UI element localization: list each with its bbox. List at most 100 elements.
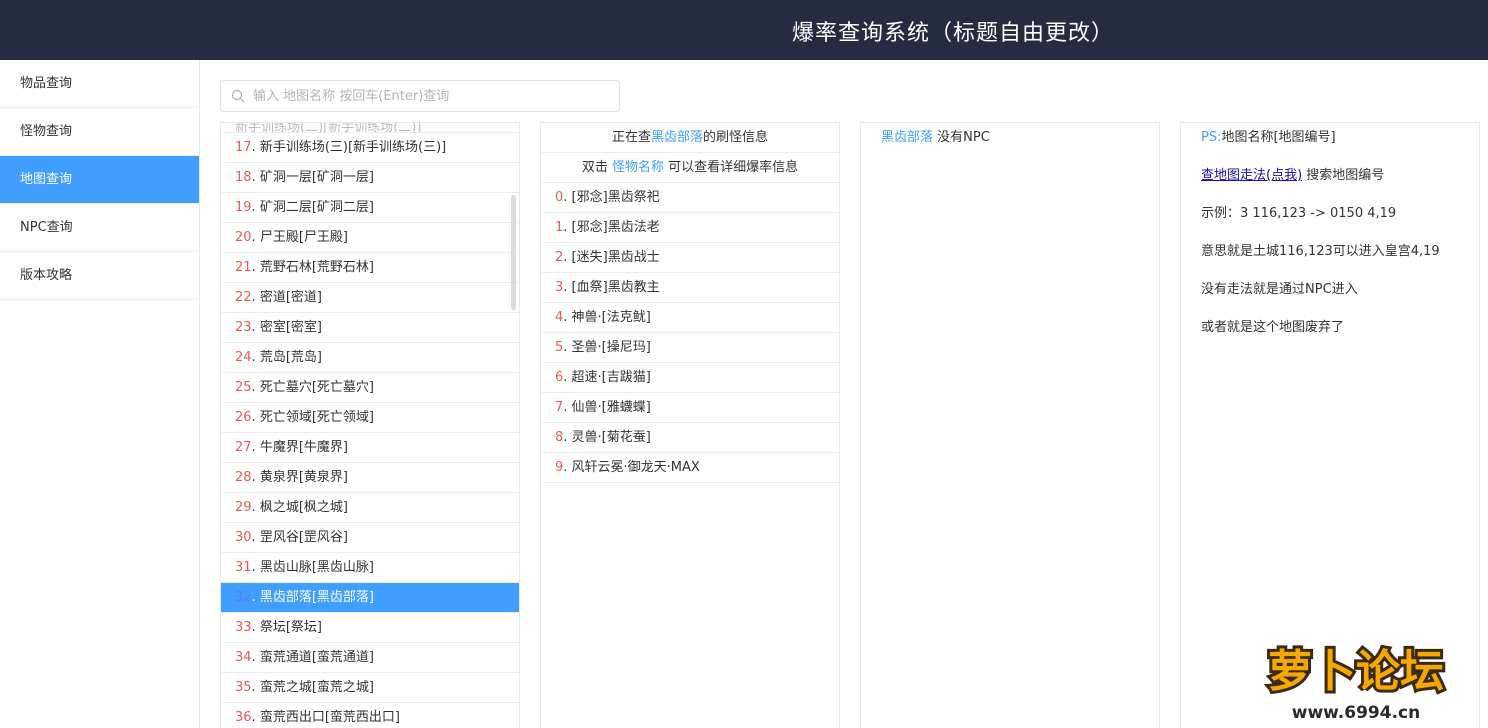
row-separator: . — [251, 710, 260, 725]
list-item[interactable]: 36. 蛮荒西出口[蛮荒西出口] — [221, 703, 519, 728]
monster-row[interactable]: 8. 灵兽·[菊花蚕] — [541, 423, 839, 453]
map-name: 荒岛[荒岛] — [259, 350, 322, 365]
map-name: 新手训练场(三)[新手训练场(三)] — [259, 140, 447, 155]
row-separator: . — [563, 400, 572, 415]
row-index: 18 — [235, 170, 252, 185]
map-name: 密室[密室] — [259, 320, 322, 335]
list-item[interactable]: 18. 矿洞一层[矿洞一层] — [221, 163, 519, 193]
row-index: 30 — [235, 530, 252, 545]
row-index: 21 — [235, 260, 252, 275]
monster-row[interactable]: 4. 神兽·[法克鱿] — [541, 303, 839, 333]
monster-name: [邪念]黑齿法老 — [571, 220, 660, 235]
list-item[interactable]: 21. 荒野石林[荒野石林] — [221, 253, 519, 283]
row-index: 35 — [235, 680, 252, 695]
row-separator: . — [251, 140, 260, 155]
sidebar-item-version-guide[interactable]: 版本攻略 — [0, 252, 199, 300]
monster-row[interactable]: 9. 风轩云冕·御龙天·MAX — [541, 453, 839, 483]
row-index: 17 — [235, 140, 252, 155]
npc-info: 黑齿部落 没有NPC — [861, 123, 1159, 147]
list-item[interactable]: 35. 蛮荒之城[蛮荒之城] — [221, 673, 519, 703]
row-index: 29 — [235, 500, 252, 515]
search-input[interactable] — [253, 81, 613, 111]
monster-row[interactable]: 6. 超速·[吉跋猫] — [541, 363, 839, 393]
row-separator: . — [251, 620, 260, 635]
title-map-name: 黑齿部落 — [650, 130, 703, 145]
monster-name: 灵兽·[菊花蚕] — [571, 430, 651, 445]
row-separator: . — [563, 310, 572, 325]
abandoned-line: 或者就是这个地图废弃了 — [1201, 320, 1345, 335]
map-name: 蛮荒通道[蛮荒通道] — [259, 650, 374, 665]
list-item[interactable]: 25. 死亡墓穴[死亡墓穴] — [221, 373, 519, 403]
monster-row[interactable]: 5. 圣兽·[操尼玛] — [541, 333, 839, 363]
search-box[interactable] — [220, 80, 620, 112]
list-item[interactable]: 新手训练场(二)[新手训练场(二)] — [221, 123, 519, 133]
list-item[interactable]: 26. 死亡领域[死亡领域] — [221, 403, 519, 433]
row-separator: . — [251, 470, 260, 485]
sidebar-item-monster-search[interactable]: 怪物查询 — [0, 108, 199, 156]
list-item[interactable]: 22. 密道[密道] — [221, 283, 519, 313]
map-name: 密道[密道] — [259, 290, 322, 305]
map-name: 黑齿山脉[黑齿山脉] — [259, 560, 374, 575]
sidebar-item-npc-search[interactable]: NPC查询 — [0, 204, 199, 252]
map-name: 罡风谷[罡风谷] — [259, 530, 348, 545]
hint-prefix: 双击 — [581, 160, 608, 175]
monster-row[interactable]: 2. [迷失]黑齿战士 — [541, 243, 839, 273]
npc-map-name: 黑齿部落 — [881, 130, 934, 145]
list-item[interactable]: 32. 黑齿部落[黑齿部落] — [221, 583, 519, 613]
scrollbar[interactable] — [511, 195, 516, 310]
monster-panel-title: 正在查黑齿部落的刷怪信息 — [541, 123, 839, 153]
hint-monster-name: 怪物名称 — [611, 160, 664, 175]
app-header: 爆率查询系统（标题自由更改） — [0, 0, 1488, 60]
row-separator: . — [251, 230, 260, 245]
row-separator: . — [563, 340, 572, 355]
row-separator: . — [563, 280, 572, 295]
npc-panel: 黑齿部落 没有NPC — [860, 122, 1160, 728]
example-line: 示例：3 116,123 -> 0150 4,19 — [1201, 206, 1397, 221]
list-item[interactable]: 17. 新手训练场(三)[新手训练场(三)] — [221, 133, 519, 163]
row-separator: . — [251, 170, 260, 185]
list-item[interactable]: 28. 黄泉界[黄泉界] — [221, 463, 519, 493]
watermark-logo-text: 萝卜论坛 — [1268, 646, 1444, 697]
row-index: 24 — [235, 350, 252, 365]
list-item[interactable]: 27. 牛魔界[牛魔界] — [221, 433, 519, 463]
map-route-link[interactable]: 查地图走法(点我) — [1201, 168, 1302, 183]
row-separator: . — [251, 200, 260, 215]
row-index: 36 — [235, 710, 252, 725]
row-separator: . — [251, 380, 260, 395]
list-item[interactable]: 20. 尸王殿[尸王殿] — [221, 223, 519, 253]
map-name: 祭坛[祭坛] — [259, 620, 322, 635]
row-separator: . — [251, 590, 260, 605]
list-item[interactable]: 33. 祭坛[祭坛] — [221, 613, 519, 643]
row-separator: . — [563, 250, 572, 265]
row-index: 26 — [235, 410, 252, 425]
list-item[interactable]: 31. 黑齿山脉[黑齿山脉] — [221, 553, 519, 583]
map-name: 死亡墓穴[死亡墓穴] — [259, 380, 374, 395]
monster-row[interactable]: 7. 仙兽·[雅蠛蝶] — [541, 393, 839, 423]
row-separator: . — [251, 350, 260, 365]
ps-text: 地图名称[地图编号] — [1221, 130, 1336, 145]
row-index: 27 — [235, 440, 252, 455]
row-separator: . — [251, 320, 260, 335]
row-separator: . — [251, 410, 260, 425]
row-separator: . — [563, 460, 572, 475]
monster-panel: 正在查黑齿部落的刷怪信息 双击 怪物名称 可以查看详细爆率信息 0. [邪念]黑… — [540, 122, 840, 728]
map-name: 矿洞一层[矿洞一层] — [259, 170, 374, 185]
sidebar-item-map-search[interactable]: 地图查询 — [0, 156, 199, 204]
monster-row[interactable]: 1. [邪念]黑齿法老 — [541, 213, 839, 243]
monster-name: 圣兽·[操尼玛] — [571, 340, 651, 355]
monster-row[interactable]: 3. [血祭]黑齿教主 — [541, 273, 839, 303]
list-item[interactable]: 30. 罡风谷[罡风谷] — [221, 523, 519, 553]
row-separator: . — [251, 560, 260, 575]
list-item[interactable]: 23. 密室[密室] — [221, 313, 519, 343]
monster-row[interactable]: 0. [邪念]黑齿祭祀 — [541, 183, 839, 213]
monster-name: 超速·[吉跋猫] — [571, 370, 651, 385]
list-item[interactable]: 34. 蛮荒通道[蛮荒通道] — [221, 643, 519, 673]
list-item[interactable]: 29. 枫之城[枫之城] — [221, 493, 519, 523]
list-item[interactable]: 24. 荒岛[荒岛] — [221, 343, 519, 373]
sidebar-item-item-search[interactable]: 物品查询 — [0, 60, 199, 108]
route-suffix: 搜索地图编号 — [1306, 168, 1385, 183]
list-item[interactable]: 19. 矿洞二层[矿洞二层] — [221, 193, 519, 223]
row-separator: . — [251, 440, 260, 455]
map-list-panel[interactable]: 新手训练场(二)[新手训练场(二)] 17. 新手训练场(三)[新手训练场(三)… — [220, 122, 520, 728]
row-separator: . — [563, 370, 572, 385]
